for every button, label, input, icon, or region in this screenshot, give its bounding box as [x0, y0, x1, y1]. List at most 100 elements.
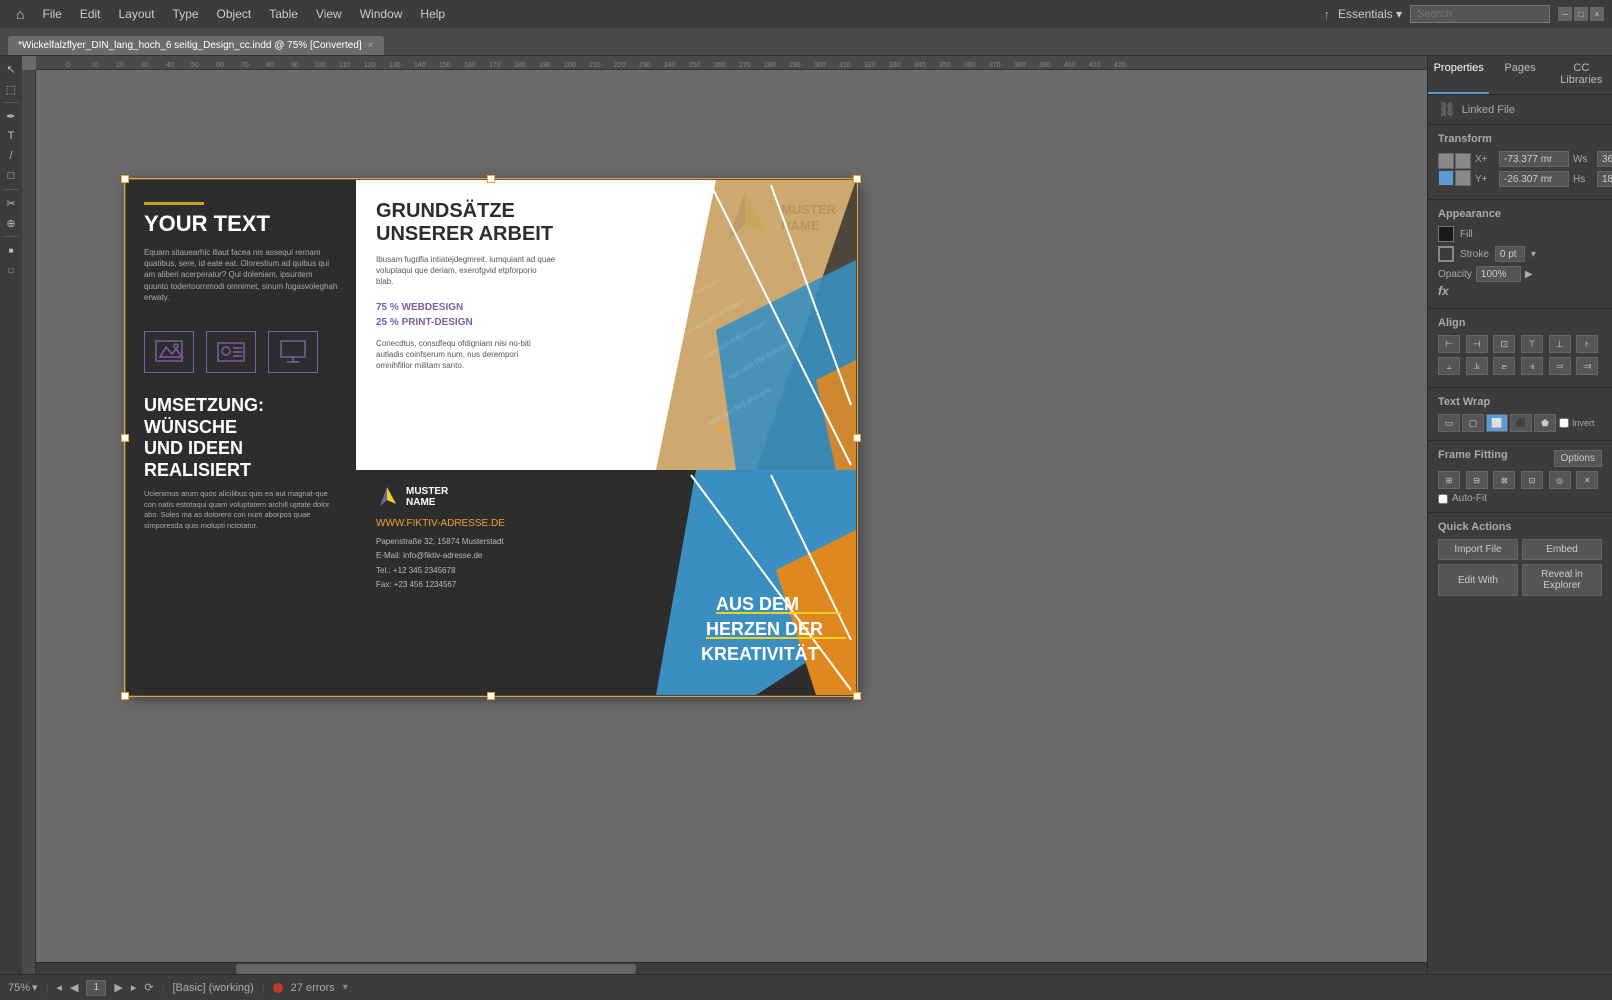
menu-view[interactable]: View — [308, 5, 350, 23]
transform-y-input[interactable] — [1499, 171, 1569, 187]
line-tool[interactable]: / — [2, 147, 20, 165]
horizontal-scrollbar[interactable] — [36, 962, 1427, 974]
wrap-bbox[interactable]: ▢ — [1462, 414, 1484, 432]
zoom-tool[interactable]: ⊕ — [2, 214, 20, 232]
import-file-button[interactable]: Import File — [1438, 539, 1518, 560]
tab-pages[interactable]: Pages — [1489, 56, 1550, 94]
autofit-checkbox[interactable] — [1438, 494, 1448, 504]
close-button[interactable]: × — [1590, 7, 1604, 21]
tab-close-button[interactable]: × — [368, 40, 374, 51]
zoom-control[interactable]: 75% ▾ — [8, 981, 38, 994]
transform-origin-bl[interactable] — [1438, 170, 1454, 186]
menu-edit[interactable]: Edit — [72, 5, 109, 23]
zoom-dropdown-icon[interactable]: ▾ — [32, 981, 38, 994]
pen-tool[interactable]: ✒ — [2, 107, 20, 125]
fill-color-swatch[interactable] — [1438, 226, 1454, 242]
tab-properties[interactable]: Properties — [1428, 56, 1489, 94]
align-left[interactable]: ⊢ — [1438, 335, 1460, 353]
frame-fitting-options-button[interactable]: Options — [1554, 450, 1602, 467]
center-content[interactable]: ◎ — [1549, 471, 1571, 489]
menu-type[interactable]: Type — [165, 5, 207, 23]
svg-text:160: 160 — [464, 62, 476, 69]
status-separator-2: | — [162, 982, 165, 994]
scroll-thumb[interactable] — [236, 964, 636, 974]
appearance-title: Appearance — [1438, 208, 1602, 220]
dist-right[interactable]: ⫢ — [1493, 357, 1515, 375]
wrap-next-col[interactable]: ⬟ — [1534, 414, 1556, 432]
transform-origin-tl[interactable] — [1438, 153, 1454, 169]
maximize-button[interactable]: □ — [1574, 7, 1588, 21]
page-number-input[interactable] — [86, 980, 106, 996]
search-input[interactable] — [1410, 5, 1550, 23]
wrap-jump[interactable]: ⬛ — [1510, 414, 1532, 432]
menu-help[interactable]: Help — [412, 5, 453, 23]
shuffle-icon[interactable]: ⟳ — [144, 981, 153, 994]
tab-cc-libraries[interactable]: CC Libraries — [1551, 56, 1612, 94]
align-title: Align — [1438, 317, 1602, 329]
fit-clear[interactable]: ✕ — [1576, 471, 1598, 489]
opacity-arrow[interactable]: ▶ — [1525, 269, 1533, 280]
transform-origin-br[interactable] — [1455, 170, 1471, 186]
align-top[interactable]: ⊤ — [1521, 335, 1543, 353]
rect-tool[interactable]: □ — [2, 167, 20, 185]
align-bottom[interactable]: ⊦ — [1576, 335, 1598, 353]
menu-file[interactable]: File — [34, 5, 69, 23]
your-text-body: Equam sitauearhic illaut facea nis asseq… — [144, 247, 338, 303]
first-page-button[interactable]: ◀ — [70, 981, 78, 994]
reveal-in-explorer-button[interactable]: Reveal in Explorer — [1522, 564, 1602, 596]
svg-text:180: 180 — [514, 62, 526, 69]
menu-layout[interactable]: Layout — [111, 5, 163, 23]
canvas-area[interactable]: 0 10 20 30 40 50 60 70 80 90 100 110 120… — [22, 56, 1427, 974]
dist-center-v[interactable]: ⫤ — [1549, 357, 1571, 375]
document-tab[interactable]: *Wickelfalzflyer_DIN_lang_hoch_6 seitig_… — [8, 36, 384, 55]
menu-window[interactable]: Window — [352, 5, 411, 23]
share-icon[interactable]: ↑ — [1323, 7, 1330, 22]
menu-table[interactable]: Table — [261, 5, 306, 23]
stroke-unit: ▾ — [1531, 249, 1536, 260]
menu-object[interactable]: Object — [209, 5, 260, 23]
last-page-button[interactable]: ▸ — [131, 981, 137, 994]
embed-button[interactable]: Embed — [1522, 539, 1602, 560]
transform-h-input[interactable] — [1597, 171, 1612, 187]
direct-select-tool[interactable]: ⬚ — [2, 80, 20, 98]
dist-left[interactable]: ⫠ — [1438, 357, 1460, 375]
wrap-none[interactable]: ▭ — [1438, 414, 1460, 432]
transform-origin-tr[interactable] — [1455, 153, 1471, 169]
status-bar: 75% ▾ | ◂ ◀ ▶ ▸ ⟳ | [Basic] (working) | … — [0, 974, 1612, 1000]
canvas-content[interactable]: YOUR TEXT Equam sitauearhic illaut facea… — [36, 70, 1427, 974]
fill-frame-proportionally[interactable]: ⊡ — [1521, 471, 1543, 489]
svg-text:240: 240 — [664, 62, 676, 69]
align-center-h[interactable]: ⊣ — [1466, 335, 1488, 353]
align-right[interactable]: ⊡ — [1493, 335, 1515, 353]
home-icon[interactable]: ⌂ — [8, 4, 32, 24]
stroke-value-input[interactable] — [1495, 246, 1525, 262]
transform-w-input[interactable] — [1597, 151, 1612, 167]
wrap-object[interactable]: ⬜ — [1486, 414, 1508, 432]
dist-center-h[interactable]: ⫡ — [1466, 357, 1488, 375]
opacity-input[interactable] — [1476, 266, 1521, 282]
next-page-button[interactable]: ▶ — [114, 981, 122, 994]
fit-content-proportionally[interactable]: ⊠ — [1493, 471, 1515, 489]
minimize-button[interactable]: ─ — [1558, 7, 1572, 21]
select-tool[interactable]: ↖ — [2, 60, 20, 78]
fit-frame-to-content[interactable]: ⊟ — [1466, 471, 1488, 489]
align-center-v[interactable]: ⊥ — [1549, 335, 1571, 353]
svg-text:300: 300 — [814, 62, 826, 69]
fill-color[interactable]: ■ — [2, 241, 20, 259]
invert-checkbox-input[interactable] — [1559, 418, 1569, 428]
stroke-color-swatch[interactable] — [1438, 246, 1454, 262]
type-tool[interactable]: T — [2, 127, 20, 145]
fx-button[interactable]: fx — [1438, 284, 1449, 298]
grundsatze-body: Ibusam fugdfia intiatejdegmreit, iumquia… — [376, 254, 556, 288]
error-dropdown[interactable]: ▾ — [343, 982, 348, 993]
stroke-color[interactable]: □ — [2, 261, 20, 279]
invert-wrap-checkbox[interactable]: Invert — [1559, 418, 1595, 428]
essentials-dropdown[interactable]: Essentials ▾ — [1338, 7, 1402, 21]
prev-page-button[interactable]: ◂ — [56, 981, 62, 994]
dist-top[interactable]: ⫣ — [1521, 357, 1543, 375]
dist-bottom[interactable]: ⫥ — [1576, 357, 1598, 375]
edit-with-button[interactable]: Edit With — [1438, 564, 1518, 596]
scissors-tool[interactable]: ✂ — [2, 194, 20, 212]
transform-x-input[interactable] — [1499, 151, 1569, 167]
fit-content-to-frame[interactable]: ⊞ — [1438, 471, 1460, 489]
